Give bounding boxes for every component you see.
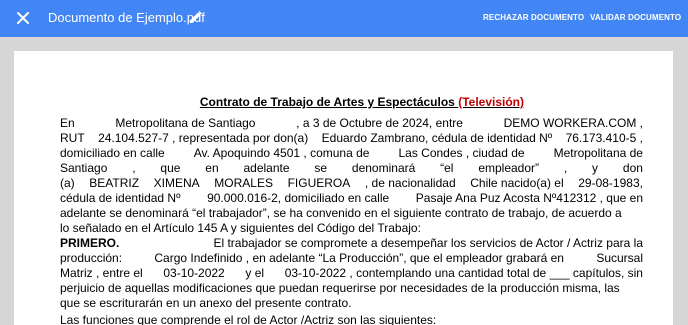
text-line: producción: Cargo Indefinido , en adelant… — [60, 251, 643, 265]
document-page: Contrato de Trabajo de Artes y Espectácu… — [14, 51, 673, 325]
text-line: adelante se denominará “el trabajador”, … — [60, 206, 622, 220]
paragraph-parties: En Metropolitana de Santiago, a 3 de Octu… — [60, 116, 643, 236]
text-line: Matriz , entre el 03-10-2022 y el 03-10-202… — [60, 266, 643, 280]
reject-document-button[interactable]: RECHAZAR DOCUMENTO — [483, 13, 584, 22]
document-title: Documento de Ejemplo.pdf — [48, 10, 205, 25]
text-line: lo señalado en el Artículo 145 A y sigui… — [60, 221, 421, 235]
heading-text: Contrato de Trabajo de Artes y Espectácu… — [199, 95, 455, 109]
text-line: RUT 24.104.527-7 , representada por don(a… — [60, 131, 643, 145]
top-toolbar: Documento de Ejemplo.pdf RECHAZAR DOCUME… — [0, 0, 688, 37]
paragraph-functions: Las funciones que comprende el rol de Ac… — [60, 313, 643, 325]
document-heading: Contrato de Trabajo de Artes y Espectácu… — [14, 95, 524, 109]
text-line: Las funciones que comprende el rol de Ac… — [60, 313, 437, 325]
text-line: (a) BEATRIZ XIMENA MORALES FIGUEROA, de naci… — [60, 176, 643, 190]
text-line: En Metropolitana de Santiago, a 3 de Octu… — [60, 116, 643, 130]
text-line: Santiago, que en adelante se denominará “el emp… — [60, 161, 643, 175]
text-line: que se escriturarán en un anexo del pres… — [60, 296, 352, 310]
text-line: PRIMERO. El trabajador se compromete a de… — [60, 236, 643, 250]
text-line: domiciliado en calle Av. Apoquindo 4501 ,… — [60, 146, 643, 160]
text-line: cédula de identidad Nº 90.000.016-2, domi… — [60, 191, 643, 205]
text-line: perjuicio de aquellas modificaciones que… — [60, 281, 620, 295]
close-icon[interactable] — [14, 9, 32, 27]
heading-suffix: (Televisión) — [458, 95, 524, 109]
clause-label: PRIMERO. — [60, 236, 120, 250]
paragraph-clause-first: PRIMERO. El trabajador se compromete a de… — [60, 236, 643, 311]
pencil-icon[interactable] — [188, 10, 203, 25]
validate-document-button[interactable]: VALIDAR DOCUMENTO — [590, 13, 681, 22]
